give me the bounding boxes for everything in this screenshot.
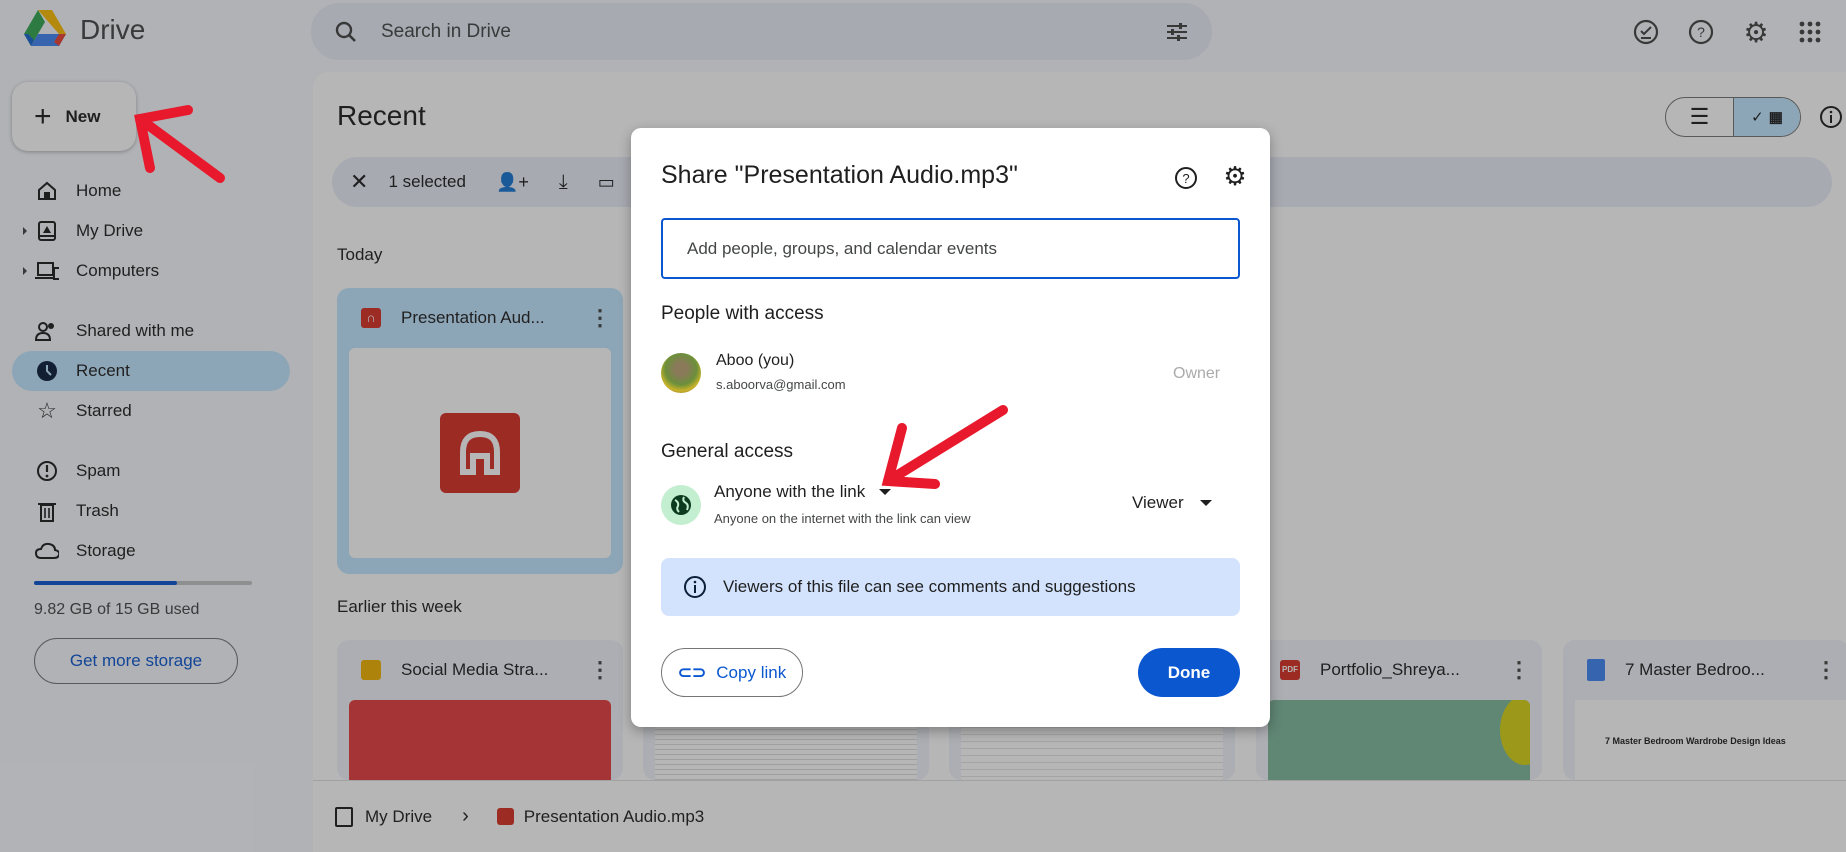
annotation-arrows [134,105,1008,489]
annotation-arrow-access [883,405,1008,486]
